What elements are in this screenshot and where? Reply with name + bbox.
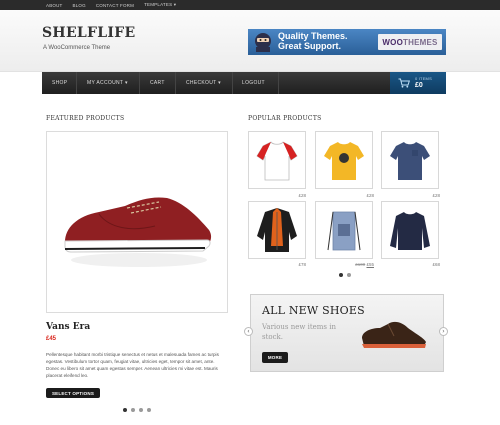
- chevron-down-icon: ▾: [173, 2, 177, 7]
- popular-pager-dot-2[interactable]: [347, 273, 351, 277]
- nav-divider: [76, 72, 77, 94]
- nav-item-cart[interactable]: CART: [150, 72, 165, 94]
- popular-product-thumb[interactable]: [381, 201, 439, 259]
- ninja-mascot-icon: [255, 33, 271, 52]
- nav-divider: [232, 72, 233, 94]
- top-utility-bar: ABOUT BLOG CONTACT FORM TEMPLATES ▾: [0, 0, 500, 10]
- popular-product-sale-price: £55: [366, 262, 374, 267]
- popular-product-thumb[interactable]: [248, 131, 306, 189]
- top-link-templates-label: TEMPLATES: [144, 2, 173, 7]
- top-link-templates[interactable]: TEMPLATES ▾: [144, 2, 176, 8]
- promo-title: ALL NEW SHOES: [262, 304, 365, 317]
- blue-tshirt-icon: [390, 142, 430, 180]
- nav-item-label: LOGOUT: [242, 80, 265, 86]
- popular-product-price: £28: [298, 193, 306, 198]
- main-nav: SHOP MY ACCOUNT ▾ CART CHECKOUT ▾ LOGOUT: [42, 72, 446, 94]
- nav-item-shop[interactable]: SHOP: [52, 72, 67, 94]
- banner-line2: Great Support.: [278, 41, 342, 51]
- nav-item-logout[interactable]: LOGOUT: [242, 72, 265, 94]
- featured-pager-dot-1[interactable]: [123, 408, 127, 412]
- nav-item-label: MY ACCOUNT: [87, 80, 124, 86]
- nav-divider: [175, 72, 176, 94]
- featured-heading: FEATURED PRODUCTS: [46, 115, 125, 122]
- cart-summary[interactable]: 0 ITEMS £0: [390, 72, 446, 94]
- banner-line1: Quality Themes.: [278, 31, 348, 41]
- ad-banner[interactable]: Quality Themes. Great Support. WOO THEMES: [248, 29, 446, 55]
- chevron-down-icon: ▾: [218, 80, 221, 86]
- cart-total: £0: [415, 82, 423, 89]
- popular-product-thumb[interactable]: [381, 131, 439, 189]
- promo-prev-arrow[interactable]: ‹: [244, 327, 253, 336]
- parka-jacket-icon: [257, 208, 297, 252]
- nav-item-label: CART: [150, 80, 165, 86]
- boot-shoe-icon: [362, 321, 426, 348]
- site-tagline: A WooCommerce Theme: [43, 45, 111, 51]
- site-logo[interactable]: SHELFLIFE: [42, 25, 136, 41]
- popular-product-thumb[interactable]: [315, 201, 373, 259]
- nav-divider: [278, 72, 279, 94]
- popular-pager-dot-1[interactable]: [339, 273, 343, 277]
- banner-message: Quality Themes. Great Support.: [278, 31, 348, 51]
- more-button[interactable]: MORE: [262, 352, 288, 363]
- featured-product-title[interactable]: Vans Era: [46, 322, 90, 332]
- popular-product-thumb[interactable]: [248, 201, 306, 259]
- raglan-tshirt-icon: [256, 141, 298, 181]
- popular-product-price: £68: [432, 262, 440, 267]
- woothemes-logo-themes: THEMES: [403, 37, 438, 47]
- featured-pager-dot-3[interactable]: [139, 408, 143, 412]
- popular-product-price: £28: [366, 193, 374, 198]
- popular-product-price: £28: [432, 193, 440, 198]
- popular-heading: POPULAR PRODUCTS: [248, 115, 322, 122]
- featured-product-price: £45: [46, 336, 57, 342]
- featured-product-description: Pellentesque habitant morbi tristique se…: [46, 352, 219, 378]
- red-sneaker-icon: [64, 197, 212, 267]
- woothemes-logo: WOO THEMES: [378, 34, 442, 50]
- featured-product-image[interactable]: [46, 131, 228, 313]
- shopping-cart-icon: [398, 78, 410, 88]
- nav-divider: [139, 72, 140, 94]
- nav-item-my-account[interactable]: MY ACCOUNT ▾: [87, 72, 128, 94]
- drawstring-bag-icon: [327, 211, 361, 251]
- select-options-button[interactable]: SELECT OPTIONS: [46, 388, 100, 398]
- top-link-blog[interactable]: BLOG: [73, 3, 86, 8]
- cart-item-count: 0 ITEMS: [415, 76, 432, 81]
- popular-product-old-price: £100: [355, 262, 366, 267]
- popular-product-price: £100 £55: [344, 262, 374, 267]
- featured-pager-dot-2[interactable]: [131, 408, 135, 412]
- sweater-icon: [390, 212, 430, 250]
- chevron-down-icon: ▾: [124, 80, 128, 86]
- top-link-contact-form[interactable]: CONTACT FORM: [96, 3, 134, 8]
- featured-pager-dot-4[interactable]: [147, 408, 151, 412]
- nav-item-label: CHECKOUT: [186, 80, 217, 86]
- nav-item-label: SHOP: [52, 80, 68, 86]
- yellow-tshirt-icon: [324, 142, 364, 180]
- promo-subtitle: Various new items in stock.: [262, 323, 336, 341]
- popular-product-thumb[interactable]: [315, 131, 373, 189]
- promo-next-arrow[interactable]: ›: [439, 327, 448, 336]
- top-links: ABOUT BLOG CONTACT FORM TEMPLATES ▾: [46, 0, 176, 10]
- top-link-about[interactable]: ABOUT: [46, 3, 63, 8]
- popular-product-price: £78: [298, 262, 306, 267]
- woothemes-logo-woo: WOO: [382, 37, 404, 47]
- nav-item-checkout[interactable]: CHECKOUT ▾: [186, 72, 221, 94]
